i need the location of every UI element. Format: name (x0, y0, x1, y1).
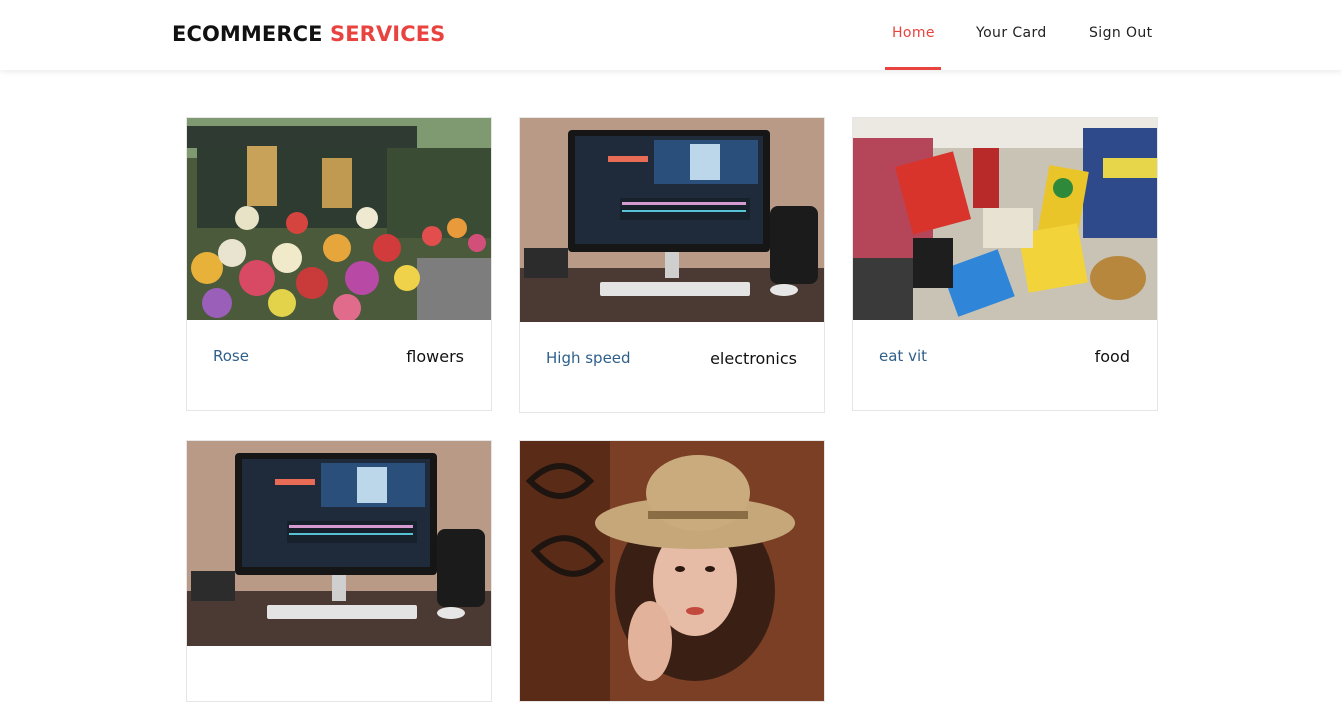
product-category: flowers (406, 347, 464, 366)
product-image (853, 118, 1157, 320)
product-category: electronics (710, 349, 797, 368)
product-name: Rose (213, 347, 249, 365)
brand-text-primary: ECOMMERCE (172, 22, 323, 46)
product-category: food (1094, 347, 1130, 366)
product-card[interactable]: Rose flowers (186, 117, 492, 411)
product-image (187, 441, 491, 646)
product-name: High speed (546, 349, 631, 367)
brand-text-accent: SERVICES (330, 22, 446, 46)
brand-logo[interactable]: ECOMMERCE SERVICES (172, 22, 445, 46)
nav-sign-out[interactable]: Sign Out (1089, 25, 1153, 41)
product-card[interactable] (519, 440, 825, 702)
computer-monitor-photo (187, 441, 491, 646)
flower-shop-photo (187, 118, 491, 320)
nav-home[interactable]: Home (892, 25, 935, 41)
nav-your-card[interactable]: Your Card (976, 25, 1047, 41)
product-image (520, 118, 824, 322)
product-card[interactable] (186, 440, 492, 702)
grocery-cart-photo (853, 118, 1157, 320)
nav-active-indicator (885, 67, 941, 70)
product-card[interactable]: High speed electronics (519, 117, 825, 413)
product-name: eat vit (879, 347, 927, 365)
site-header: ECOMMERCE SERVICES Home Your Card Sign O… (0, 0, 1342, 70)
product-image (187, 118, 491, 320)
computer-monitor-photo (520, 118, 824, 322)
product-card[interactable]: eat vit food (852, 117, 1158, 411)
woman-in-hat-photo (520, 441, 824, 701)
product-image (520, 441, 824, 701)
